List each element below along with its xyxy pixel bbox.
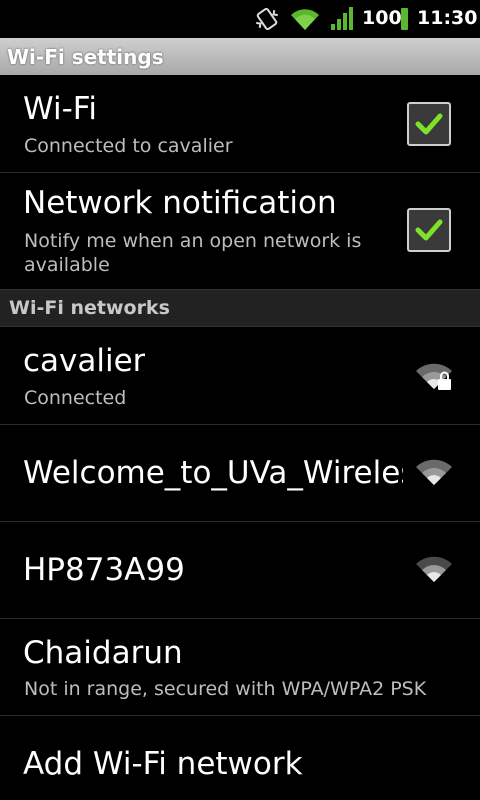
wifi-networks-header: Wi-Fi networks — [0, 289, 480, 327]
network-item[interactable]: HP873A99 — [0, 522, 480, 619]
vibrate-icon — [254, 6, 280, 36]
network-item[interactable]: cavalier Connected — [0, 327, 480, 425]
network-name: Chaidarun — [23, 635, 183, 671]
network-name: cavalier — [23, 343, 146, 379]
wifi-toggle-summary: Connected to cavalier — [24, 135, 233, 157]
network-status: Connected — [24, 387, 127, 409]
wifi-toggle-row[interactable]: Wi-Fi Connected to cavalier — [0, 75, 480, 173]
clock: 11:30 — [417, 7, 478, 29]
check-icon — [415, 219, 443, 241]
wifi-icon — [414, 554, 454, 590]
network-name: Welcome_to_UVa_Wireless — [23, 455, 403, 491]
network-status: Not in range, secured with WPA/WPA2 PSK — [24, 678, 427, 700]
add-wifi-network-label: Add Wi-Fi network — [23, 746, 303, 782]
wifi-checkbox[interactable] — [407, 102, 451, 146]
wifi-networks-header-label: Wi-Fi networks — [9, 297, 170, 319]
network-name: HP873A99 — [23, 552, 185, 588]
network-item[interactable]: Chaidarun Not in range, secured with WPA… — [0, 619, 480, 716]
network-notification-summary: Notify me when an open network is availa… — [24, 230, 362, 276]
battery-icon — [401, 8, 408, 30]
network-notification-checkbox[interactable] — [407, 208, 451, 252]
network-notification-title: Network notification — [23, 185, 337, 221]
page-title: Wi-Fi settings — [7, 45, 164, 69]
add-wifi-network-row[interactable]: Add Wi-Fi network — [0, 716, 480, 800]
network-item[interactable]: Welcome_to_UVa_Wireless — [0, 425, 480, 522]
network-notification-row[interactable]: Network notification Notify me when an o… — [0, 173, 480, 289]
battery-level: 100 — [362, 7, 402, 29]
signal-icon — [330, 6, 354, 36]
check-icon — [415, 113, 443, 135]
wifi-icon — [290, 6, 320, 36]
status-bar: 100 11:30 — [0, 0, 480, 38]
wifi-toggle-title: Wi-Fi — [23, 91, 97, 127]
wifi-lock-icon — [414, 361, 454, 397]
wifi-icon — [414, 457, 454, 493]
page-title-bar: Wi-Fi settings — [0, 38, 480, 75]
